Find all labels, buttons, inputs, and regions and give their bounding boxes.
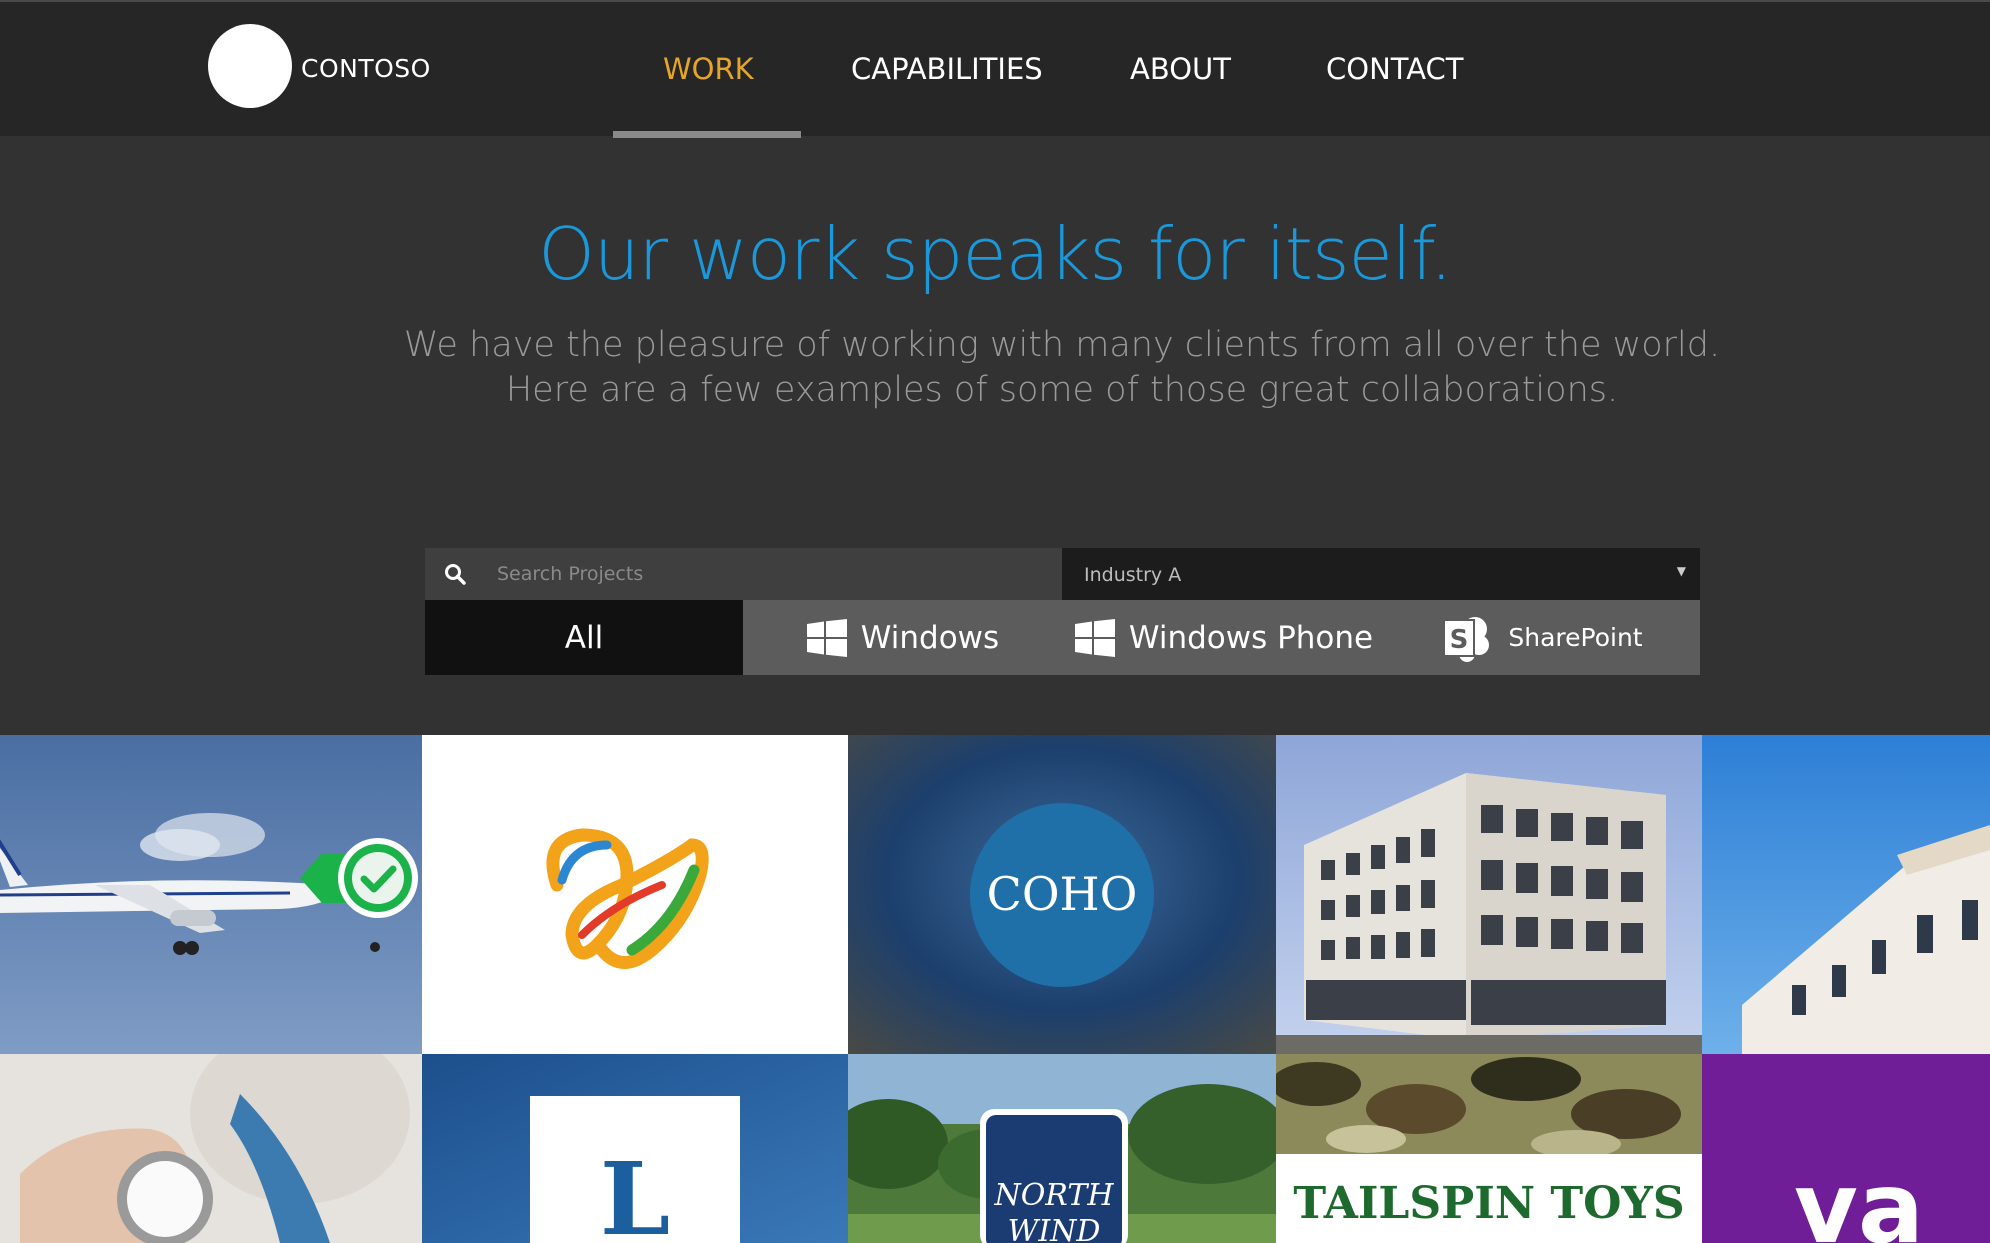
project-tile-doctor[interactable] xyxy=(0,1054,422,1243)
chevron-down-icon: ▼ xyxy=(1676,564,1686,578)
project-tile-purple[interactable]: va xyxy=(1702,1054,1990,1243)
page-headline: Our work speaks for itself. xyxy=(538,212,1453,296)
nav-active-indicator xyxy=(613,131,801,138)
northwind-text-2: WIND xyxy=(1007,1214,1101,1243)
project-tile-l-logo[interactable]: L xyxy=(422,1054,848,1243)
page: CONTOSO WORK CAPABILITIES ABOUT CONTACT … xyxy=(0,0,1990,1243)
sharepoint-icon: S xyxy=(1443,616,1490,662)
nav-about[interactable]: ABOUT xyxy=(1130,52,1231,86)
tab-windows-label: Windows xyxy=(860,619,1000,656)
northwind-text-1: NORTH xyxy=(994,1178,1114,1213)
top-navigation-bar: CONTOSO WORK CAPABILITIES ABOUT CONTACT xyxy=(0,0,1990,138)
house-image xyxy=(1702,735,1990,1054)
nav-work[interactable]: WORK xyxy=(663,52,754,86)
industry-select-value: Industry A xyxy=(1084,564,1182,586)
windows-icon xyxy=(1074,618,1115,657)
tab-windows-phone[interactable]: Windows Phone xyxy=(1063,600,1385,675)
intro-line-1: We have the pleasure of working with man… xyxy=(403,325,1721,365)
nav-capabilities[interactable]: CAPABILITIES xyxy=(851,52,1043,86)
project-tile-ribbon-logo[interactable] xyxy=(422,735,848,1054)
industry-select[interactable]: Industry A ▼ xyxy=(1062,548,1700,600)
search-icon[interactable] xyxy=(443,562,467,586)
ribbon-logo-image xyxy=(546,828,709,969)
logo-icon[interactable] xyxy=(208,24,292,108)
tab-windows[interactable]: Windows xyxy=(743,600,1063,675)
tab-all-label: All xyxy=(564,619,604,656)
project-tile-tailspin-toys[interactable]: TAILSPIN TOYS xyxy=(1276,1054,1702,1243)
svg-text:S: S xyxy=(1450,625,1469,655)
project-tile-house[interactable] xyxy=(1702,735,1990,1054)
intro-line-2: Here are a few examples of some of those… xyxy=(505,370,1619,410)
coho-logo-text: COHO xyxy=(986,867,1138,921)
search-box xyxy=(425,548,1062,600)
project-tile-northwind[interactable]: NORTH WIND xyxy=(848,1054,1276,1243)
tailspin-toys-text: TAILSPIN TOYS xyxy=(1293,1178,1685,1229)
project-tile-coho[interactable]: COHO xyxy=(848,735,1276,1054)
tab-all[interactable]: All xyxy=(425,600,743,675)
project-tile-building[interactable] xyxy=(1276,735,1702,1054)
tab-sharepoint-label: SharePoint xyxy=(1508,623,1643,652)
nav-contact[interactable]: CONTACT xyxy=(1326,52,1464,86)
purple-tile-text: va xyxy=(1794,1152,1925,1243)
windows-icon xyxy=(806,618,847,657)
tab-sharepoint[interactable]: S SharePoint xyxy=(1385,600,1700,675)
search-projects-input[interactable] xyxy=(497,548,1047,600)
tab-windows-phone-label: Windows Phone xyxy=(1128,619,1374,656)
logo-text[interactable]: CONTOSO xyxy=(301,54,431,83)
project-tile-airplane[interactable] xyxy=(0,735,422,1054)
platform-filter-tabs: All Windows Windows Phone S SharePoint xyxy=(425,600,1700,675)
l-logo-letter: L xyxy=(599,1140,671,1243)
selected-check-icon[interactable] xyxy=(300,833,422,923)
doctor-image xyxy=(0,1054,422,1243)
building-image xyxy=(1276,735,1702,1054)
